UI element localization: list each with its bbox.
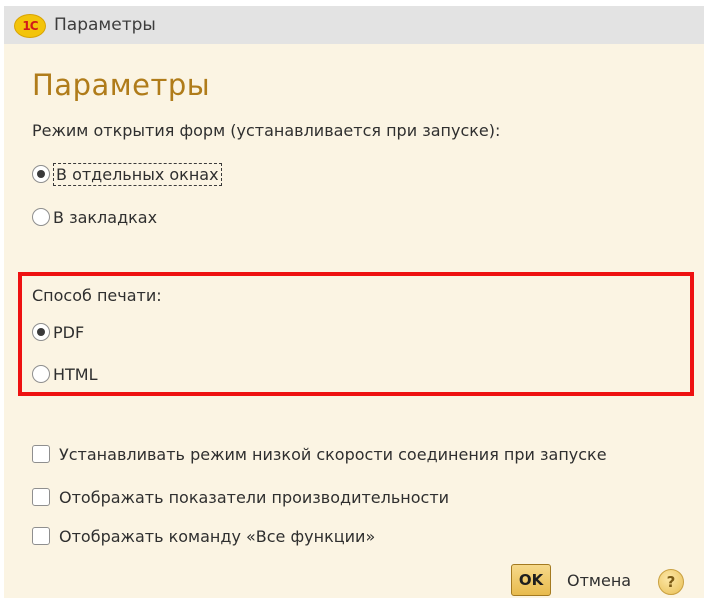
- radio-pdf-label: PDF: [53, 322, 85, 342]
- checkbox-low-speed-label: Устанавливать режим низкой скорости соед…: [59, 444, 607, 464]
- form-mode-label: Режим открытия форм (устанавливается при…: [32, 121, 501, 140]
- radio-tabs[interactable]: В закладках: [32, 205, 157, 229]
- radio-html-label: HTML: [53, 364, 98, 384]
- print-mode-label: Способ печати:: [32, 286, 162, 305]
- 1c-logo-icon: 1С: [14, 14, 46, 38]
- radio-pdf[interactable]: PDF: [32, 320, 84, 344]
- cancel-button[interactable]: Отмена: [567, 571, 631, 590]
- checkbox-performance-label: Отображать показатели производительности: [59, 487, 450, 507]
- radio-button-checked[interactable]: [32, 165, 50, 183]
- checkbox-all-functions[interactable]: Отображать команду «Все функции»: [32, 524, 375, 548]
- radio-separate-windows-label: В отдельных окнах: [53, 162, 222, 186]
- title-bar: 1С Параметры: [4, 6, 704, 44]
- question-icon[interactable]: ?: [658, 569, 684, 595]
- radio-html[interactable]: HTML: [32, 362, 98, 386]
- radio-button-checked[interactable]: [32, 323, 50, 341]
- ok-button[interactable]: OK: [511, 564, 551, 596]
- checkbox-performance[interactable]: Отображать показатели производительности: [32, 485, 449, 509]
- checkbox-low-speed[interactable]: Устанавливать режим низкой скорости соед…: [32, 442, 607, 466]
- checkbox[interactable]: [32, 445, 50, 463]
- checkbox-all-functions-label: Отображать команду «Все функции»: [59, 526, 376, 546]
- checkbox[interactable]: [32, 488, 50, 506]
- parameters-window: 1С Параметры Параметры Режим открытия фо…: [4, 6, 704, 598]
- radio-separate-windows[interactable]: В отдельных окнах: [32, 162, 222, 186]
- radio-tabs-label: В закладках: [53, 207, 158, 227]
- radio-button[interactable]: [32, 365, 50, 383]
- window-title: Параметры: [54, 15, 156, 35]
- radio-button[interactable]: [32, 208, 50, 226]
- checkbox[interactable]: [32, 527, 50, 545]
- logo-text: 1С: [22, 19, 38, 33]
- page-title: Параметры: [32, 68, 211, 102]
